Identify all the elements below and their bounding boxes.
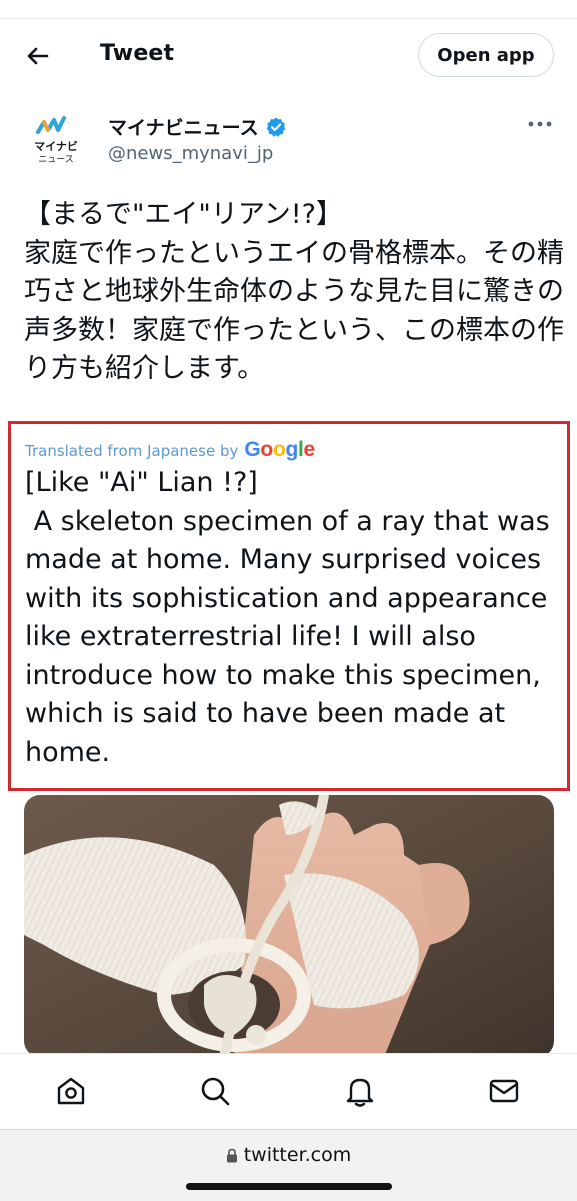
author-handle[interactable]: @news_mynavi_jp <box>108 143 273 164</box>
avatar[interactable]: マイナビ ニュース <box>24 110 88 174</box>
google-letter-g: G <box>244 438 261 461</box>
notifications-bell-icon[interactable] <box>343 1074 377 1108</box>
tweet-text: 【まるで"エイ"リアン!?】 家庭で作ったというエイの骨格標本。その精巧さと地球… <box>24 199 564 384</box>
messages-mail-icon[interactable] <box>487 1074 521 1108</box>
google-letter-g2: g <box>285 438 298 461</box>
search-icon[interactable] <box>198 1074 232 1108</box>
google-letter-o2: o <box>272 438 286 461</box>
bottom-navigation <box>0 1053 577 1130</box>
google-letter-e: e <box>303 438 316 461</box>
open-app-button[interactable]: Open app <box>418 33 554 77</box>
avatar-text-top: マイナビ <box>34 139 78 153</box>
arrow-left-icon[interactable] <box>22 41 52 71</box>
mynavi-logo-icon: マイナビ ニュース <box>24 110 88 174</box>
more-horizontal-icon[interactable] <box>524 112 556 136</box>
browser-url-bar[interactable]: twitter.com <box>0 1129 577 1201</box>
google-letter-o1: o <box>260 438 273 461</box>
author-name-row[interactable]: マイナビニュース <box>108 113 287 140</box>
author-name[interactable]: マイナビニュース <box>108 113 259 140</box>
avatar-text-bottom: ニュース <box>38 155 74 165</box>
ray-skeleton-photo <box>24 795 554 1057</box>
tweet-header: Tweet Open app <box>0 19 577 95</box>
url-text: twitter.com <box>243 1144 352 1166</box>
url-display[interactable]: twitter.com <box>0 1144 577 1166</box>
translation-highlight-box: Translated from Japanese by Google [Like… <box>8 421 570 791</box>
home-indicator[interactable] <box>186 1183 392 1190</box>
tweet-photo[interactable] <box>24 795 554 1057</box>
verified-badge-icon <box>266 117 285 137</box>
translated-label-text: Translated from Japanese by <box>25 442 239 460</box>
translated-from-label[interactable]: Translated from Japanese by Google <box>25 438 315 462</box>
lock-icon <box>226 1148 237 1162</box>
home-icon[interactable] <box>54 1074 88 1108</box>
translated-text: [Like "Ai" Lian !?] A skeleton specimen … <box>25 467 550 768</box>
page-title: Tweet <box>100 41 175 66</box>
google-logo: Google <box>244 438 315 462</box>
